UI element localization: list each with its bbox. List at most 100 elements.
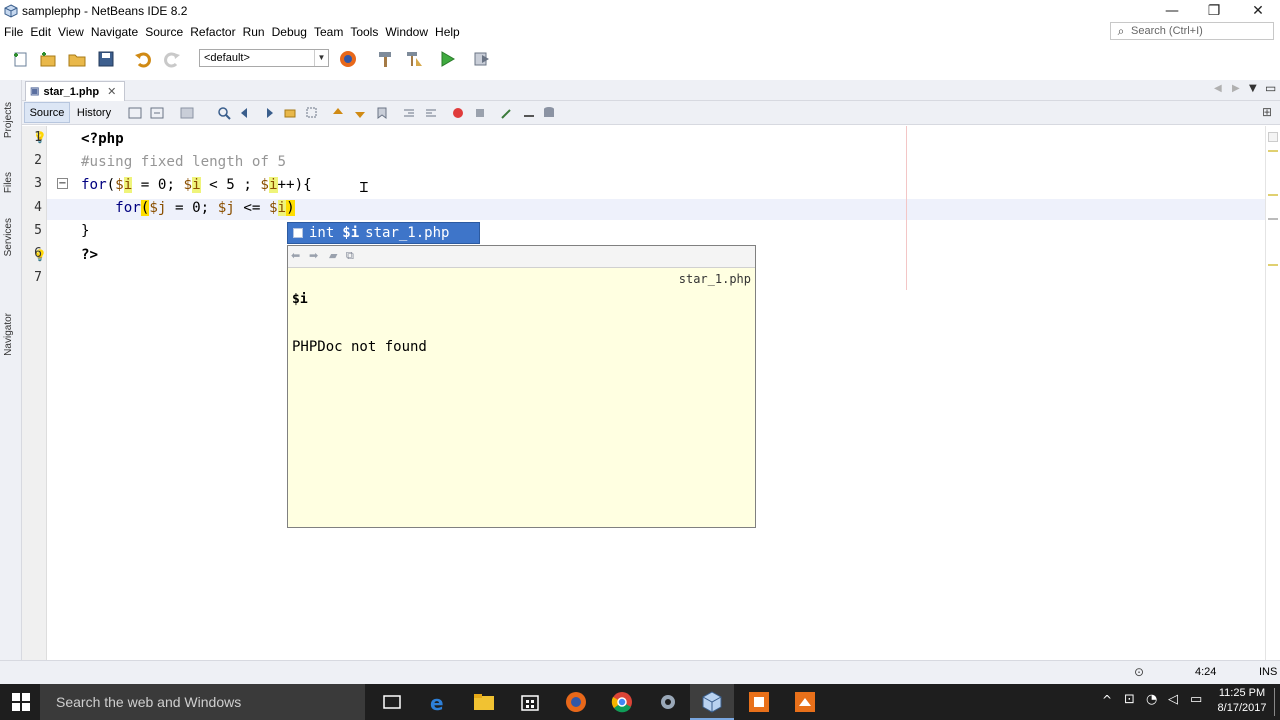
clock-time: 11:25 PM — [1218, 687, 1266, 699]
stop-macro-recording-icon[interactable] — [473, 106, 487, 120]
error-stripe-mark[interactable] — [1268, 194, 1278, 196]
new-file-icon[interactable] — [10, 49, 30, 69]
database-icon[interactable] — [542, 106, 556, 120]
back-icon[interactable] — [150, 106, 164, 120]
build-hammer-icon[interactable] — [375, 49, 395, 69]
menu-window[interactable]: Window — [385, 25, 433, 39]
menu-debug[interactable]: Debug — [272, 25, 312, 39]
browser-icon[interactable] — [338, 49, 358, 69]
doc-back-icon[interactable]: ⬅ — [291, 249, 300, 262]
last-edit-icon[interactable] — [128, 106, 142, 120]
doc-open-browser-icon[interactable]: ⧉ — [346, 249, 354, 263]
projects-panel-tab[interactable]: Projects — [3, 102, 14, 138]
start-macro-recording-icon[interactable] — [451, 106, 465, 120]
show-opened-docs-icon[interactable]: ▼ — [1249, 83, 1257, 94]
code-line: for($i = 0; $i < 5 ; $i++){ — [81, 177, 312, 193]
save-all-icon[interactable] — [96, 49, 116, 69]
previous-bookmark-icon[interactable] — [331, 106, 345, 120]
task-view-icon[interactable] — [380, 690, 404, 714]
clean-build-icon[interactable] — [404, 49, 424, 69]
taskbar-search[interactable]: Search the web and Windows — [40, 684, 365, 720]
app-orange-2-icon[interactable] — [793, 690, 817, 714]
menu-source[interactable]: Source — [145, 25, 188, 39]
error-status-icon[interactable] — [1268, 132, 1278, 142]
tab-star-1-php[interactable]: ▣ star_1.php ✕ — [25, 81, 125, 101]
file-explorer-icon[interactable] — [472, 690, 496, 714]
system-clock[interactable]: 11:25 PM 8/17/2017 — [1212, 686, 1272, 716]
close-window-button[interactable]: ✕ — [1236, 0, 1280, 22]
forward-icon[interactable] — [180, 106, 194, 120]
notifications-icon[interactable]: ⊙ — [1134, 665, 1144, 679]
menu-tools[interactable]: Tools — [350, 25, 383, 39]
maximize-editor-icon[interactable]: ▭ — [1265, 81, 1276, 95]
menu-navigate[interactable]: Navigate — [91, 25, 143, 39]
store-icon[interactable] — [518, 690, 542, 714]
quick-search-field[interactable]: ⌕ Search (Ctrl+I) — [1110, 22, 1274, 40]
completion-file: star_1.php — [365, 225, 450, 241]
find-next-icon[interactable] — [261, 106, 275, 120]
menu-file[interactable]: File — [4, 25, 28, 39]
run-project-icon[interactable] — [437, 49, 457, 69]
menu-refactor[interactable]: Refactor — [190, 25, 240, 39]
menu-help[interactable]: Help — [435, 25, 465, 39]
shift-left-icon[interactable] — [402, 106, 416, 120]
source-view-button[interactable]: Source — [24, 102, 70, 123]
error-stripe-mark[interactable] — [1268, 150, 1278, 152]
files-panel-tab[interactable]: Files — [3, 172, 14, 193]
open-project-icon[interactable] — [67, 49, 87, 69]
undo-icon[interactable] — [133, 49, 153, 69]
find-selection-icon[interactable] — [217, 106, 231, 120]
line-number: 4 — [34, 200, 42, 215]
debug-project-icon[interactable] — [472, 49, 492, 69]
search-placeholder: Search (Ctrl+I) — [1131, 25, 1203, 37]
services-panel-tab[interactable]: Services — [3, 218, 14, 256]
code-line: } — [81, 223, 90, 239]
tray-chevron-up-icon[interactable]: ^ — [1102, 693, 1112, 707]
netbeans-icon[interactable] — [700, 690, 724, 714]
taskbar-search-placeholder: Search the web and Windows — [56, 694, 242, 710]
chrome-icon[interactable] — [610, 690, 634, 714]
close-tab-icon[interactable]: ✕ — [107, 85, 116, 98]
navigator-panel-tab[interactable]: Navigator — [3, 313, 14, 356]
restore-button[interactable]: ❐ — [1192, 0, 1236, 22]
firefox-icon[interactable] — [564, 690, 588, 714]
menu-edit[interactable]: Edit — [30, 25, 56, 39]
error-stripe-mark[interactable] — [1268, 218, 1278, 220]
minimize-button[interactable]: — — [1150, 0, 1194, 22]
scroll-tabs-left-icon[interactable]: ◀ — [1214, 83, 1222, 94]
new-project-icon[interactable] — [38, 49, 58, 69]
tray-action-center-icon[interactable]: ▭ — [1190, 692, 1202, 707]
toggle-highlight-icon[interactable] — [283, 106, 297, 120]
window-title: samplephp - NetBeans IDE 8.2 — [22, 4, 188, 18]
app-gear-icon[interactable] — [656, 690, 680, 714]
toggle-bookmark-icon[interactable] — [375, 106, 389, 120]
menu-team[interactable]: Team — [314, 25, 348, 39]
windows-start-icon[interactable] — [12, 693, 30, 711]
caret-position: 4:24 — [1195, 666, 1217, 678]
toggle-rectangular-selection-icon[interactable] — [305, 106, 319, 120]
history-view-button[interactable]: History — [74, 102, 114, 123]
edge-icon[interactable]: e — [426, 690, 450, 714]
menu-view[interactable]: View — [58, 25, 89, 39]
split-editor-icon[interactable]: ⊞ — [1262, 105, 1272, 119]
doc-forward-icon[interactable]: ➡ — [309, 249, 318, 262]
tray-volume-icon[interactable]: ◁ — [1168, 692, 1178, 707]
line-number: 5 — [34, 223, 42, 238]
doc-goto-source-icon[interactable]: ▰ — [329, 249, 337, 262]
menu-run[interactable]: Run — [243, 25, 270, 39]
next-bookmark-icon[interactable] — [353, 106, 367, 120]
shift-right-icon[interactable] — [424, 106, 438, 120]
redo-icon[interactable] — [162, 49, 182, 69]
app-orange-icon[interactable] — [747, 690, 771, 714]
configuration-select[interactable]: <default> ▼ — [199, 49, 329, 67]
tray-wifi-icon[interactable]: ◔ — [1146, 692, 1157, 707]
error-stripe-mark[interactable] — [1268, 264, 1278, 266]
show-desktop-button[interactable] — [1274, 688, 1278, 716]
code-completion-item[interactable]: int $i star_1.php — [287, 222, 480, 244]
tray-network-icon[interactable]: ⊡ — [1124, 692, 1135, 707]
scroll-tabs-right-icon[interactable]: ▶ — [1232, 83, 1240, 94]
find-previous-icon[interactable] — [239, 106, 253, 120]
fold-collapse-icon[interactable]: − — [57, 178, 68, 189]
uncomment-icon[interactable] — [522, 106, 536, 120]
comment-icon[interactable] — [500, 106, 514, 120]
